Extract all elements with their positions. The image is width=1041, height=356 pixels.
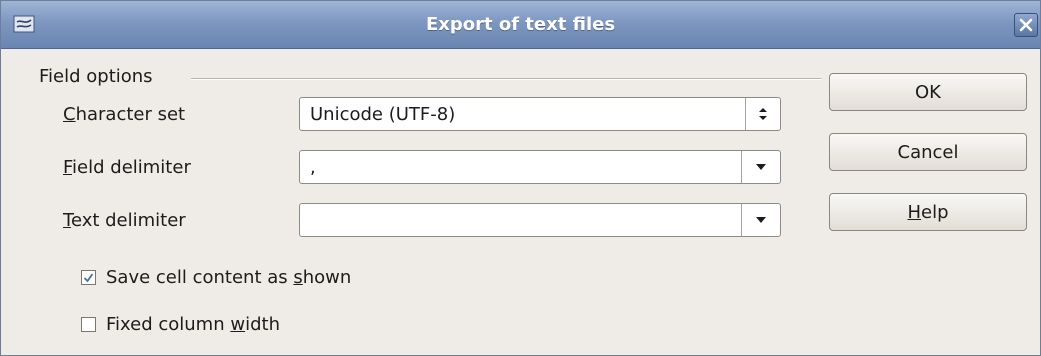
field-options-heading: Field options	[39, 66, 153, 87]
dialog-title: Export of text files	[425, 14, 616, 35]
chevron-down-icon	[756, 164, 766, 170]
fixed-width-option[interactable]: Fixed column width	[81, 314, 280, 335]
save-as-shown-label: Save cell content as shown	[106, 267, 352, 288]
field-delimiter-dropdown-button[interactable]	[741, 151, 780, 183]
text-delimiter-label: Text delimiter	[63, 210, 186, 231]
check-mark-icon	[83, 273, 94, 283]
field-delimiter-value: ,	[310, 157, 316, 178]
field-delimiter-combobox[interactable]: ,	[299, 150, 781, 184]
app-document-icon[interactable]	[13, 14, 37, 34]
fixed-width-label: Fixed column width	[106, 314, 280, 335]
field-delimiter-label: Field delimiter	[63, 157, 191, 178]
character-set-value: Unicode (UTF-8)	[310, 104, 456, 125]
dialog-content: Field options Character set Unicode (UTF…	[1, 49, 1040, 355]
save-as-shown-checkbox[interactable]	[81, 270, 96, 285]
export-text-dialog: Export of text files Field options Chara…	[0, 0, 1041, 356]
group-separator	[191, 78, 821, 80]
close-button[interactable]	[1014, 13, 1038, 37]
cancel-button[interactable]: Cancel	[829, 133, 1027, 171]
chevron-down-icon	[756, 217, 766, 223]
help-button[interactable]: Help	[829, 193, 1027, 231]
save-as-shown-option[interactable]: Save cell content as shown	[81, 267, 351, 288]
character-set-spinbox[interactable]: Unicode (UTF-8)	[299, 97, 781, 131]
fixed-width-checkbox[interactable]	[81, 317, 96, 332]
character-set-label: Character set	[63, 104, 186, 125]
ok-button[interactable]: OK	[829, 73, 1027, 111]
close-icon	[1019, 18, 1033, 32]
text-delimiter-combobox[interactable]	[299, 203, 781, 237]
title-bar[interactable]: Export of text files	[1, 1, 1040, 49]
text-delimiter-dropdown-button[interactable]	[741, 204, 780, 236]
spin-updown-icon[interactable]	[745, 98, 780, 130]
